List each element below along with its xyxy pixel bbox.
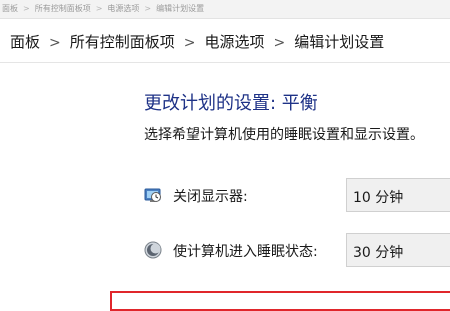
monitor-clock-icon	[144, 188, 161, 202]
display-off-select[interactable]: 10 分钟	[346, 178, 450, 212]
breadcrumb-item-edit-plan-settings[interactable]: 编辑计划设置	[294, 31, 384, 52]
breadcrumb-item-panel[interactable]: 面板	[10, 31, 40, 52]
setting-row-sleep: 使计算机进入睡眠状态: 30 分钟	[0, 233, 450, 267]
moon-icon	[144, 241, 162, 259]
titlebar-crumb-power-options: 电源选项	[107, 4, 140, 13]
breadcrumb-item-power-options[interactable]: 电源选项	[205, 31, 265, 52]
titlebar-crumb-panel: 面板	[2, 4, 18, 13]
window-titlebar-path: 面板 > 所有控制面板项 > 电源选项 > 编辑计划设置	[0, 0, 450, 19]
sleep-label: 使计算机进入睡眠状态:	[173, 244, 318, 260]
display-off-label: 关闭显示器:	[173, 189, 248, 205]
display-off-value: 10 分钟	[353, 190, 404, 206]
breadcrumb-item-all-control-panel-items[interactable]: 所有控制面板项	[70, 31, 175, 52]
chevron-right-icon[interactable]: >	[274, 35, 286, 51]
titlebar-separator-icon: >	[23, 4, 30, 13]
sleep-select[interactable]: 30 分钟	[346, 233, 450, 267]
address-breadcrumb: 面板 > 所有控制面板项 > 电源选项 > 编辑计划设置	[0, 20, 450, 63]
page-title: 更改计划的设置: 平衡	[144, 93, 318, 114]
page-subtitle: 选择希望计算机使用的睡眠设置和显示设置。	[144, 127, 424, 143]
titlebar-separator-icon: >	[95, 4, 103, 13]
setting-row-display-off: 关闭显示器: 10 分钟	[0, 178, 450, 212]
highlight-box	[110, 291, 450, 311]
titlebar-crumb-edit-plan: 编辑计划设置	[156, 4, 205, 13]
titlebar-crumb-all-items: 所有控制面板项	[34, 4, 91, 13]
chevron-right-icon[interactable]: >	[49, 35, 61, 51]
chevron-right-icon[interactable]: >	[184, 35, 196, 51]
sleep-value: 30 分钟	[353, 245, 404, 261]
titlebar-separator-icon: >	[144, 4, 152, 13]
